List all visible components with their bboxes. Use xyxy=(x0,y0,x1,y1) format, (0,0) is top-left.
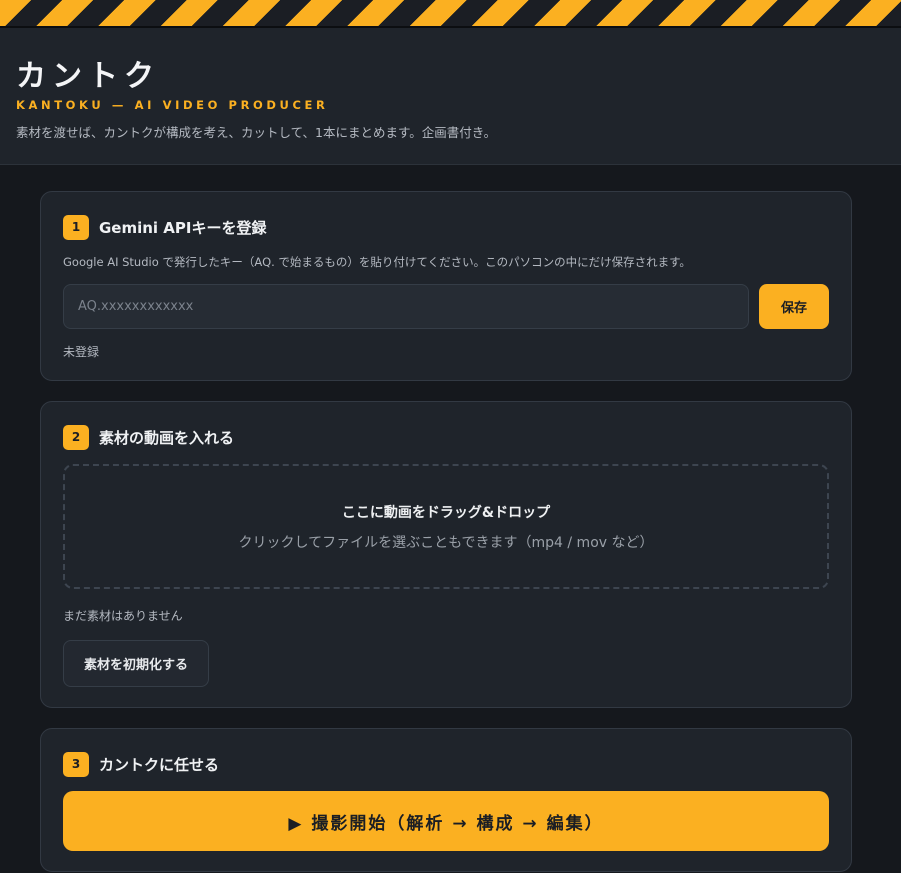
step-3-heading: 3 カントクに任せる xyxy=(63,751,829,777)
step-run-card: 3 カントクに任せる ▶ 撮影開始（解析 → 構成 → 編集） xyxy=(40,728,852,872)
step-number-badge: 1 xyxy=(63,214,89,240)
step-2-title: 素材の動画を入れる xyxy=(99,428,235,447)
app-subtitle: KANTOKU — AI VIDEO PRODUCER xyxy=(16,98,329,112)
api-key-input[interactable] xyxy=(63,284,749,329)
start-shooting-button[interactable]: ▶ 撮影開始（解析 → 構成 → 編集） xyxy=(63,791,829,851)
video-drop-zone[interactable]: ここに動画をドラッグ&ドロップ クリックしてファイルを選ぶこともできます（mp4… xyxy=(63,464,829,589)
step-upload-card: 2 素材の動画を入れる ここに動画をドラッグ&ドロップ クリックしてファイルを選… xyxy=(40,401,852,708)
step-3-title: カントクに任せる xyxy=(99,755,220,774)
api-key-status: 未登録 xyxy=(63,345,100,359)
step-api-key-card: 1 Gemini APIキーを登録 Google AI Studio で発行した… xyxy=(40,191,852,381)
hazard-stripe-banner xyxy=(0,0,901,28)
app-header: カントク KANTOKU — AI VIDEO PRODUCER 素材を渡せば、… xyxy=(0,28,901,165)
app-tagline: 素材を渡せば、カントクが構成を考え、カットして、1本にまとめます。企画書付き。 xyxy=(16,125,497,140)
app-title: カントク xyxy=(16,59,160,94)
api-key-row: 保存 xyxy=(63,284,829,329)
save-button[interactable]: 保存 xyxy=(759,284,829,329)
drop-zone-title: ここに動画をドラッグ&ドロップ xyxy=(341,504,551,521)
empty-materials-text: まだ素材はありません xyxy=(63,609,183,623)
main-content: 1 Gemini APIキーを登録 Google AI Studio で発行した… xyxy=(0,165,901,872)
step-1-title: Gemini APIキーを登録 xyxy=(99,218,267,237)
step-number-badge: 3 xyxy=(63,751,89,777)
api-key-description: Google AI Studio で発行したキー（AQ. で始まるもの）を貼り付… xyxy=(63,255,691,269)
step-1-heading: 1 Gemini APIキーを登録 xyxy=(63,214,829,240)
drop-zone-subtitle: クリックしてファイルを選ぶこともできます（mp4 / mov など） xyxy=(238,534,654,551)
step-2-heading: 2 素材の動画を入れる xyxy=(63,424,829,450)
step-number-badge: 2 xyxy=(63,424,89,450)
reset-materials-button[interactable]: 素材を初期化する xyxy=(63,640,210,687)
